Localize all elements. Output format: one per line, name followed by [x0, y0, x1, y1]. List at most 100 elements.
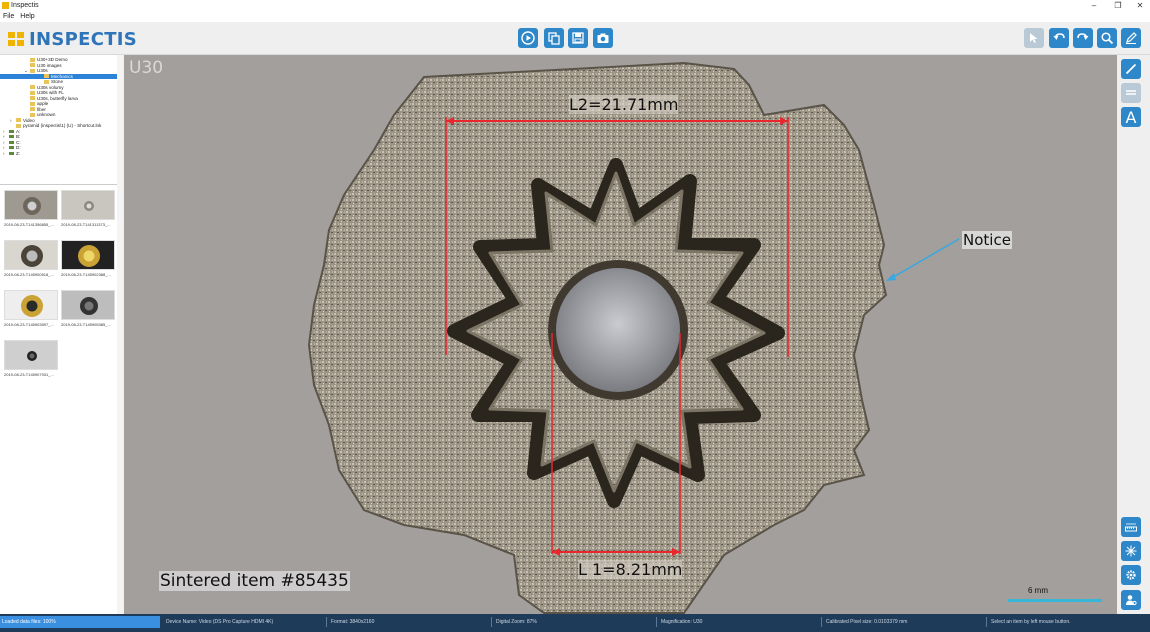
undo-icon	[1053, 33, 1065, 40]
redo-button[interactable]	[1073, 28, 1093, 48]
zoom-button[interactable]	[1097, 28, 1117, 48]
tree-item-label: U30+3D Demo	[37, 57, 68, 62]
thumbnail-gallery: 2019-08-23-T141356855_... 2019-08-23-T141…	[0, 188, 123, 614]
image-viewer[interactable]: U30 L2=21.71mm L 1=8.21mm Notice Sintere…	[124, 55, 1117, 614]
folder-tree[interactable]: U30+3D Demo U30 images ⌄ U30s Mechanics Stone…	[0, 55, 123, 185]
drive-icon	[9, 151, 14, 155]
thumbnail-label: 2019-08-23-T145907931_...	[4, 372, 54, 377]
sample-image	[307, 61, 960, 614]
snapshot-button[interactable]	[593, 28, 613, 48]
tree-item-label: pyramid (inspectis\1) (U) - Shortcut.lnk	[23, 123, 102, 128]
folder-icon	[16, 118, 21, 123]
tree-item-label: unknown	[37, 112, 56, 117]
undo-button[interactable]	[1049, 28, 1069, 48]
tree-item-label: C:	[16, 139, 21, 145]
user-settings-button[interactable]	[1121, 590, 1141, 610]
center-tool-button[interactable]	[1121, 541, 1141, 561]
save-button[interactable]	[568, 28, 588, 48]
thumbnail[interactable]	[61, 240, 115, 270]
close-button[interactable]: ✕	[1132, 0, 1148, 11]
viewer-magnification-label: U30	[129, 58, 164, 78]
notice-annotation[interactable]: Notice	[962, 231, 1012, 249]
logo-mark-icon	[8, 32, 24, 46]
tree-item-label: U30s with FL	[37, 90, 64, 95]
tree-expander-icon[interactable]: ›	[3, 151, 5, 156]
folder-icon	[44, 74, 49, 79]
redo-icon	[1077, 33, 1089, 40]
folder-icon	[30, 107, 35, 112]
ruler-tool-button[interactable]	[1121, 517, 1141, 537]
folder-icon	[16, 123, 21, 128]
menu-bar: File Help	[0, 11, 1150, 22]
image-caption[interactable]: Sintered item #85435	[159, 571, 350, 591]
app-window: Inspectis – ❐ ✕ File Help INSPECTIS U30+…	[0, 0, 1150, 632]
drive-icon	[9, 135, 14, 139]
folder-icon	[30, 85, 35, 90]
thumbnail[interactable]	[4, 290, 58, 320]
copy-button[interactable]	[544, 28, 564, 48]
status-format: Format: 3840x2160	[331, 619, 375, 625]
folder-icon	[30, 96, 35, 101]
status-bar: Loaded data files: 100% Device Name: Vid…	[0, 614, 1150, 632]
hline-tool-button[interactable]	[1121, 83, 1141, 103]
live-play-button[interactable]	[518, 28, 538, 48]
status-device: Device Name: Video (DS Pro Capture HDMI …	[166, 619, 274, 625]
tree-item-label: D:	[16, 145, 21, 150]
folder-icon	[30, 112, 35, 117]
ruler-icon	[1125, 523, 1137, 532]
zoom-icon	[1101, 32, 1114, 45]
center-hole	[556, 268, 680, 392]
thumbnail[interactable]	[4, 240, 58, 270]
settings-button[interactable]	[1121, 565, 1141, 585]
load-progress: Loaded data files: 100%	[0, 616, 160, 628]
thumbnail-label: 2019-08-23-T145902388_...	[61, 272, 111, 277]
thumbnail-label: 2019-08-23-T141311373_...	[61, 222, 111, 227]
tree-item-label: Video	[23, 117, 35, 123]
scale-bar	[1008, 599, 1102, 602]
minimize-button[interactable]: –	[1086, 0, 1102, 11]
center-icon	[1125, 545, 1137, 557]
thumbnail[interactable]	[61, 290, 115, 320]
left-panel-scrollbar[interactable]	[117, 55, 123, 614]
thumbnail[interactable]	[61, 190, 115, 220]
tree-item-label: A:	[16, 128, 21, 134]
text-tool-button[interactable]: A	[1121, 107, 1141, 127]
tree-item-label: apple	[37, 101, 49, 106]
maximize-button[interactable]: ❐	[1110, 0, 1126, 11]
window-title: Inspectis	[11, 2, 39, 9]
app-icon	[2, 2, 9, 9]
status-magnification: Magnification: U30	[661, 619, 703, 625]
gear-settings-icon	[1126, 570, 1136, 580]
folder-icon	[44, 79, 49, 84]
tree-item[interactable]: › Z:	[0, 151, 117, 156]
thumbnail-label: 2019-08-23-T145903597_...	[4, 322, 54, 327]
drive-icon	[9, 129, 14, 133]
notice-arrow[interactable]	[886, 238, 960, 281]
right-tool-panel: A	[1117, 55, 1150, 614]
logo-text: INSPECTIS	[29, 28, 138, 50]
tree-item-label: fiber	[37, 106, 46, 112]
line-icon	[1125, 63, 1137, 75]
menu-help[interactable]: Help	[17, 11, 37, 22]
title-bar: Inspectis – ❐ ✕	[0, 0, 1150, 11]
save-icon	[572, 32, 584, 44]
folder-icon	[30, 68, 35, 73]
tree-item-label: Z:	[16, 150, 21, 156]
text-icon: A	[1125, 107, 1137, 127]
line-tool-button[interactable]	[1121, 59, 1141, 79]
tree-item-label: U30s, butterfly larva	[37, 95, 78, 101]
tree-item-label: U30s volumy	[37, 84, 64, 90]
draw-button[interactable]	[1121, 28, 1141, 48]
select-icon	[1030, 33, 1038, 43]
person-settings-icon	[1126, 595, 1137, 606]
tree-item-label: Stone	[51, 79, 64, 84]
thumbnail[interactable]	[4, 190, 58, 220]
drive-icon	[9, 146, 14, 150]
thumbnail-label: 2019-08-23-T145905385_...	[61, 322, 111, 327]
copy-icon	[548, 32, 560, 45]
tree-item-label: B:	[16, 134, 21, 139]
menu-file[interactable]: File	[0, 11, 17, 22]
select-tool-button[interactable]	[1024, 28, 1044, 48]
thumbnail[interactable]	[4, 340, 58, 370]
tree-item-label: U30 images	[37, 62, 62, 68]
